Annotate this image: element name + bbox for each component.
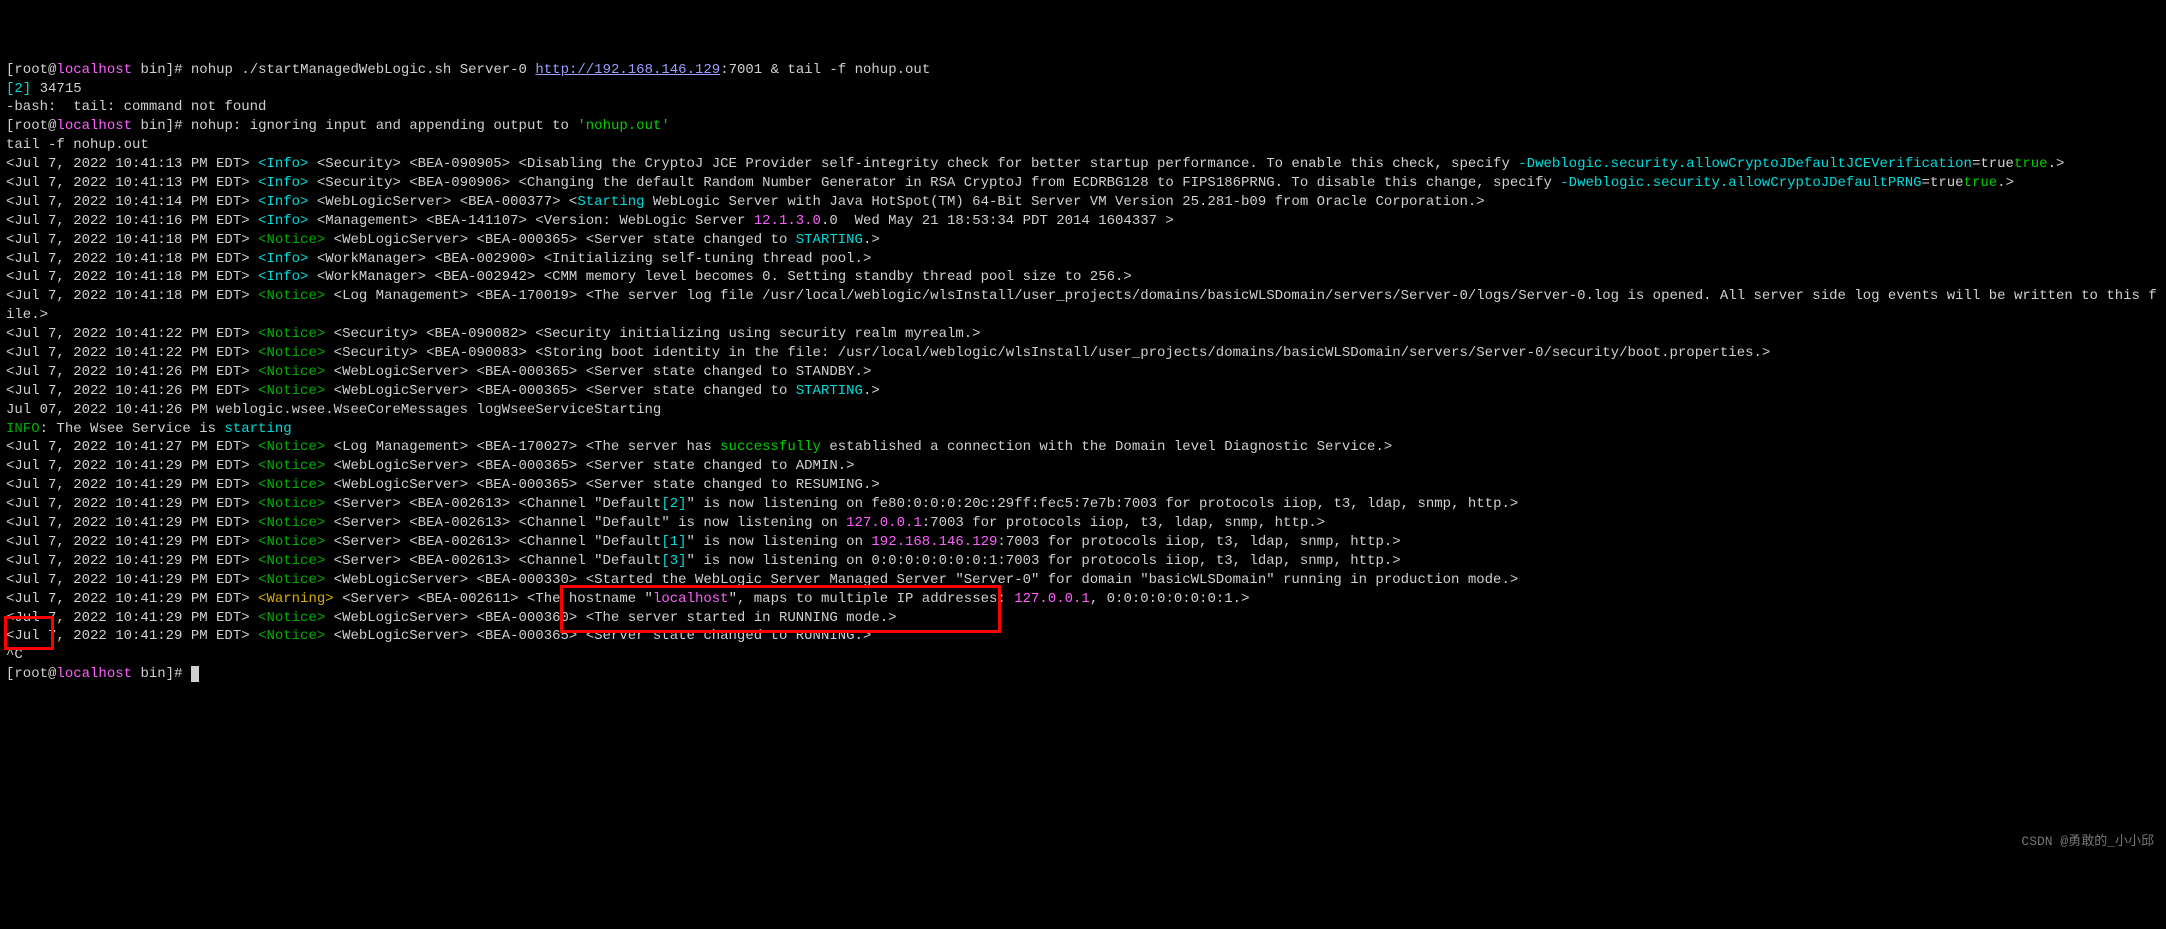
log-line: <Jul 7, 2022 10:41:29 PM EDT> <Notice> <…	[6, 553, 1401, 569]
watermark: CSDN @勇敢的_小小邱	[2021, 833, 2154, 851]
log-line: <Jul 7, 2022 10:41:18 PM EDT> <Notice> <…	[6, 232, 880, 248]
ctrl-c: ^C	[6, 647, 23, 663]
log-line-running: <Jul 7, 2022 10:41:29 PM EDT> <Notice> <…	[6, 610, 897, 626]
bash-error: -bash: tail: command not found	[6, 99, 266, 115]
log-line: <Jul 7, 2022 10:41:18 PM EDT> <Notice> <…	[6, 288, 2157, 323]
log-line: <Jul 7, 2022 10:41:26 PM EDT> <Notice> <…	[6, 383, 880, 399]
tail-cmd: tail -f nohup.out	[6, 137, 149, 153]
log-line: <Jul 7, 2022 10:41:29 PM EDT> <Notice> <…	[6, 515, 1325, 531]
log-line: <Jul 7, 2022 10:41:13 PM EDT> <Info> <Se…	[6, 156, 2064, 172]
log-line: <Jul 7, 2022 10:41:26 PM EDT> <Notice> <…	[6, 364, 871, 380]
log-line: <Jul 7, 2022 10:41:29 PM EDT> <Notice> <…	[6, 534, 1401, 550]
log-line: <Jul 7, 2022 10:41:29 PM EDT> <Notice> <…	[6, 572, 1518, 588]
wsee-info: INFO: The Wsee Service is starting	[6, 421, 292, 437]
prompt-line-2: [root@localhost bin]# nohup: ignoring in…	[6, 118, 670, 134]
log-line: <Jul 7, 2022 10:41:13 PM EDT> <Info> <Se…	[6, 175, 2014, 191]
log-line: <Jul 7, 2022 10:41:29 PM EDT> <Notice> <…	[6, 477, 880, 493]
log-line: <Jul 7, 2022 10:41:29 PM EDT> <Warning> …	[6, 591, 1249, 607]
log-line: <Jul 7, 2022 10:41:22 PM EDT> <Notice> <…	[6, 326, 981, 342]
log-line: <Jul 7, 2022 10:41:18 PM EDT> <Info> <Wo…	[6, 269, 1132, 285]
log-line-running: <Jul 7, 2022 10:41:29 PM EDT> <Notice> <…	[6, 628, 871, 644]
job-line: [2] 34715	[6, 81, 82, 97]
log-line: <Jul 7, 2022 10:41:22 PM EDT> <Notice> <…	[6, 345, 1770, 361]
prompt-line: [root@localhost bin]# nohup ./startManag…	[6, 62, 930, 78]
wsee-line: Jul 07, 2022 10:41:26 PM weblogic.wsee.W…	[6, 402, 661, 418]
prompt-line-3: [root@localhost bin]#	[6, 666, 199, 682]
log-line: <Jul 7, 2022 10:41:29 PM EDT> <Notice> <…	[6, 496, 1518, 512]
log-line: <Jul 7, 2022 10:41:29 PM EDT> <Notice> <…	[6, 458, 855, 474]
log-line: <Jul 7, 2022 10:41:18 PM EDT> <Info> <Wo…	[6, 251, 871, 267]
log-line: <Jul 7, 2022 10:41:16 PM EDT> <Info> <Ma…	[6, 213, 1174, 229]
log-line: <Jul 7, 2022 10:41:27 PM EDT> <Notice> <…	[6, 439, 1392, 455]
terminal-output[interactable]: [root@localhost bin]# nohup ./startManag…	[6, 61, 2160, 684]
log-line: <Jul 7, 2022 10:41:14 PM EDT> <Info> <We…	[6, 194, 1485, 210]
